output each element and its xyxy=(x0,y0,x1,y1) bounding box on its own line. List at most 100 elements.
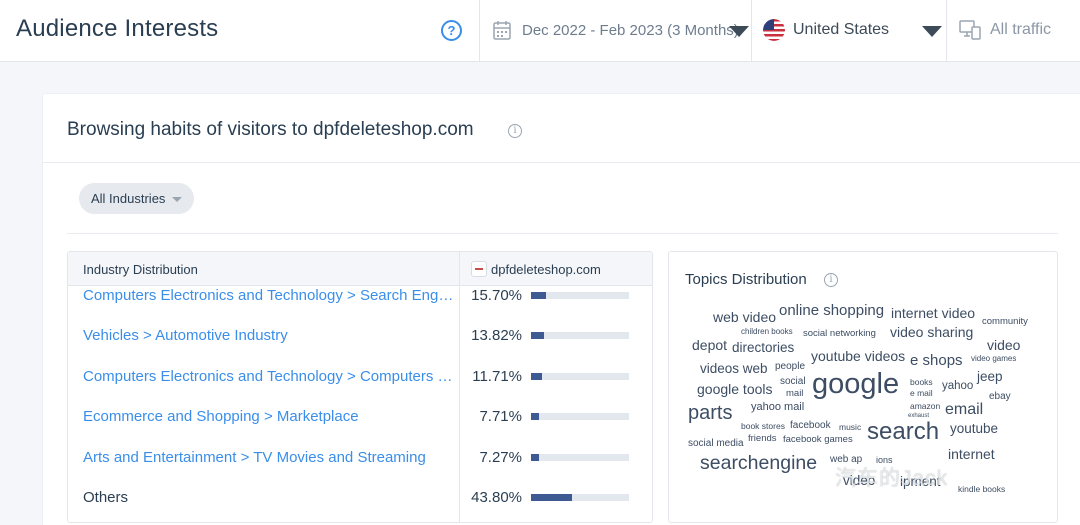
share-bar-fill xyxy=(531,494,572,501)
topic-word[interactable]: videos web xyxy=(700,362,768,376)
topic-word[interactable]: internet video xyxy=(891,306,975,320)
topic-word[interactable]: youtube videos xyxy=(811,349,905,363)
topic-word[interactable]: music xyxy=(839,423,861,432)
industry-label[interactable]: Computers Electronics and Technology > C… xyxy=(83,368,455,385)
column-header-industry: Industry Distribution xyxy=(83,262,198,277)
industry-label: Others xyxy=(83,489,129,506)
share-bar-fill xyxy=(531,292,546,299)
country-picker[interactable]: United States xyxy=(752,0,945,62)
topic-word[interactable]: yahoo mail xyxy=(751,402,804,413)
share-bar-track xyxy=(531,494,629,501)
divider xyxy=(67,233,1058,234)
date-range-label: Dec 2022 - Feb 2023 (3 Months) xyxy=(522,22,739,39)
table-header: Industry Distribution dpfdeleteshop.com xyxy=(68,252,652,286)
topic-word[interactable]: searchengine xyxy=(700,453,817,474)
topic-word[interactable]: book stores xyxy=(741,422,785,431)
topic-word[interactable]: mail xyxy=(786,389,803,399)
topic-word[interactable]: email xyxy=(945,402,983,418)
topic-word[interactable]: kindle books xyxy=(958,485,1005,494)
topic-word[interactable]: jeep xyxy=(977,370,1003,384)
chevron-down-icon xyxy=(172,197,182,202)
topic-word[interactable]: social xyxy=(780,377,806,387)
topic-word[interactable]: search xyxy=(867,420,939,444)
column-header-site: dpfdeleteshop.com xyxy=(491,262,601,277)
topics-title: Topics Distribution xyxy=(685,271,807,288)
topic-word[interactable]: community xyxy=(982,317,1028,327)
industry-filter-dropdown[interactable]: All Industries xyxy=(79,183,194,214)
share-percent: 15.70% xyxy=(471,287,522,304)
table-row[interactable]: Ecommerce and Shopping > Marketplace 7.71… xyxy=(68,408,652,448)
table-row[interactable]: Computers Electronics and Technology > S… xyxy=(68,287,652,327)
topic-word[interactable]: google tools xyxy=(697,382,773,396)
topic-word[interactable]: facebook games xyxy=(783,435,853,445)
table-row[interactable]: Arts and Entertainment > TV Movies and S… xyxy=(68,449,652,489)
topic-word[interactable]: parts xyxy=(688,403,732,423)
share-percent: 7.27% xyxy=(479,449,522,466)
info-icon[interactable]: i xyxy=(508,124,522,138)
topic-word[interactable]: youtube xyxy=(950,422,998,436)
topic-word[interactable]: social media xyxy=(688,439,744,449)
share-bar-track xyxy=(531,454,629,461)
page-title: Audience Interests xyxy=(16,15,219,42)
industry-label[interactable]: Arts and Entertainment > TV Movies and S… xyxy=(83,449,455,466)
date-range-picker[interactable]: Dec 2022 - Feb 2023 (3 Months) xyxy=(480,0,750,62)
topic-word[interactable]: friends xyxy=(748,434,777,444)
share-percent: 11.71% xyxy=(472,368,522,385)
share-percent: 43.80% xyxy=(471,489,522,506)
traffic-label: All traffic xyxy=(990,21,1052,38)
topic-word[interactable]: web video xyxy=(713,310,776,324)
watermark: 汽车的Jack xyxy=(835,467,949,490)
topic-word[interactable]: google xyxy=(812,370,899,399)
chevron-down-icon xyxy=(922,26,942,37)
industry-label[interactable]: Vehicles > Automotive Industry xyxy=(83,327,455,344)
browsing-habits-card: Browsing habits of visitors to dpfdelete… xyxy=(42,93,1080,525)
topic-word[interactable]: video games xyxy=(971,355,1016,363)
topic-word[interactable]: facebook xyxy=(790,421,831,431)
us-flag-icon xyxy=(763,19,785,41)
industry-filter-label: All Industries xyxy=(91,191,166,206)
info-icon[interactable]: i xyxy=(824,273,838,287)
share-bar-track xyxy=(531,413,629,420)
share-percent: 7.71% xyxy=(479,408,522,425)
card-title: Browsing habits of visitors to dpfdelete… xyxy=(67,119,474,140)
topic-word[interactable]: books xyxy=(910,378,933,387)
topic-word[interactable]: yahoo xyxy=(942,380,973,393)
industry-label[interactable]: Ecommerce and Shopping > Marketplace xyxy=(83,408,455,425)
topic-word[interactable]: children books xyxy=(741,328,793,336)
topic-word[interactable]: video sharing xyxy=(890,325,973,339)
country-label: United States xyxy=(793,21,890,38)
topic-word[interactable]: depot xyxy=(692,338,727,352)
topic-word[interactable]: social networking xyxy=(803,329,876,339)
divider xyxy=(43,162,1080,163)
share-bar-track xyxy=(531,332,629,339)
traffic-source-picker[interactable]: All traffic xyxy=(947,0,1080,62)
topic-word[interactable]: online shopping xyxy=(779,303,884,318)
chevron-down-icon xyxy=(729,26,749,37)
topic-word[interactable]: ebay xyxy=(989,392,1011,402)
share-bar-track xyxy=(531,373,629,380)
wechat-icon xyxy=(810,470,836,488)
topic-word[interactable]: e mail xyxy=(910,389,933,398)
table-row[interactable]: Vehicles > Automotive Industry 13.82% xyxy=(68,327,652,367)
topic-word[interactable]: internet xyxy=(948,447,995,461)
site-favicon-icon xyxy=(471,261,487,277)
share-bar-fill xyxy=(531,373,542,380)
topic-word[interactable]: amazon xyxy=(910,402,940,411)
share-bar-fill xyxy=(531,413,539,420)
calendar-icon xyxy=(493,21,511,40)
share-percent: 13.82% xyxy=(471,327,522,344)
help-icon[interactable]: ? xyxy=(441,20,462,41)
devices-icon xyxy=(959,20,981,40)
topic-word[interactable]: people xyxy=(775,362,805,372)
table-row[interactable]: Computers Electronics and Technology > C… xyxy=(68,368,652,408)
topic-word[interactable]: directories xyxy=(732,341,794,355)
share-bar-track xyxy=(531,292,629,299)
industry-distribution-table: Industry Distribution dpfdeleteshop.com … xyxy=(67,251,653,523)
topic-word[interactable]: video xyxy=(987,338,1020,352)
topic-word[interactable]: e shops xyxy=(910,353,963,368)
share-bar-fill xyxy=(531,454,539,461)
top-header: Audience Interests ? Dec 2022 - Feb 2023… xyxy=(0,0,1080,62)
industry-label[interactable]: Computers Electronics and Technology > S… xyxy=(83,287,455,304)
table-row: Others 43.80% xyxy=(68,489,652,522)
share-bar-fill xyxy=(531,332,544,339)
